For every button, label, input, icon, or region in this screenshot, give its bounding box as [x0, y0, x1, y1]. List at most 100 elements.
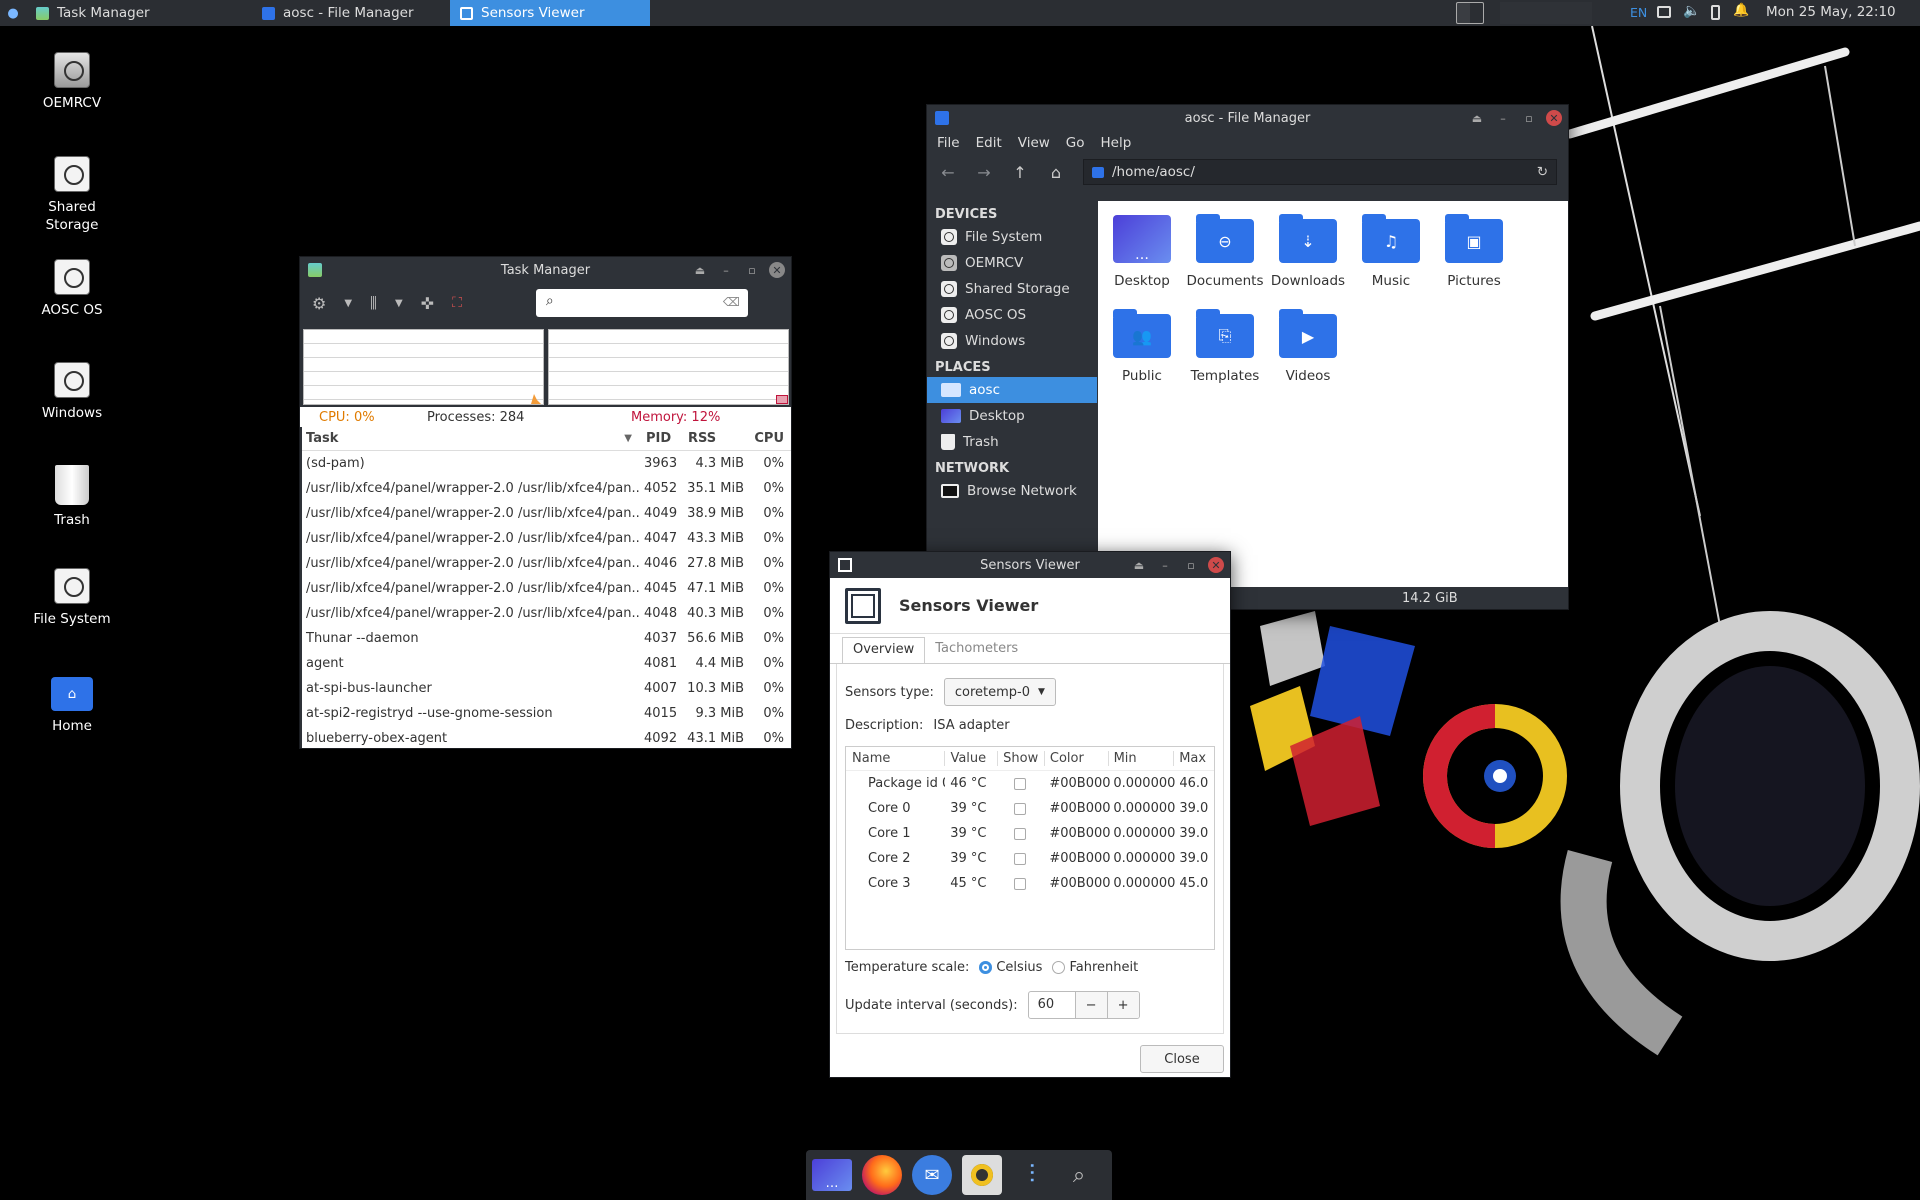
show-desktop-icon[interactable]: …: [812, 1159, 852, 1191]
column-name[interactable]: Name: [846, 751, 946, 766]
sensor-color[interactable]: #00B000: [1044, 776, 1110, 791]
close-icon[interactable]: ✕: [769, 262, 785, 278]
task-manager-titlebar[interactable]: Task Manager ⏏ – ▫ ✕: [300, 257, 791, 283]
sidebar-item-trash[interactable]: Trash: [927, 429, 1097, 455]
column-cpu[interactable]: CPU: [752, 431, 790, 446]
chevron-down-icon[interactable]: ▼: [395, 298, 403, 309]
process-row[interactable]: /usr/lib/xfce4/panel/wrapper-2.0 /usr/li…: [302, 576, 791, 601]
process-row[interactable]: at-spi2-registryd --use-gnome-session 401…: [302, 701, 791, 726]
desktop-icon-file-system[interactable]: File System: [20, 568, 124, 628]
process-row[interactable]: blueberry-obex-agent 4092 43.1 MiB 0%: [302, 726, 791, 748]
column-max[interactable]: Max: [1174, 751, 1214, 766]
workspace-switcher[interactable]: [1456, 2, 1484, 24]
process-row[interactable]: /usr/lib/xfce4/panel/wrapper-2.0 /usr/li…: [302, 501, 791, 526]
sensor-show-checkbox[interactable]: [998, 877, 1045, 890]
search-icon[interactable]: ⌕: [1062, 1155, 1096, 1195]
reload-icon[interactable]: ↻: [1537, 164, 1548, 180]
sidebar-item-aosc[interactable]: aosc: [927, 377, 1097, 403]
close-button[interactable]: Close: [1140, 1045, 1224, 1073]
column-min[interactable]: Min: [1109, 751, 1175, 766]
workspace-switcher-3[interactable]: [1540, 2, 1592, 24]
minimize-icon[interactable]: –: [1494, 109, 1512, 127]
process-row[interactable]: agent 4081 4.4 MiB 0%: [302, 651, 791, 676]
process-row[interactable]: /usr/lib/xfce4/panel/wrapper-2.0 /usr/li…: [302, 601, 791, 626]
clear-icon[interactable]: ⌫: [723, 295, 740, 309]
close-icon[interactable]: ✕: [1208, 557, 1224, 573]
volume-icon[interactable]: 🔈: [1683, 3, 1700, 19]
taskbar-item-task-manager[interactable]: Task Manager: [26, 0, 236, 26]
sensor-color[interactable]: #00B000: [1044, 826, 1110, 841]
firefox-icon[interactable]: [862, 1155, 902, 1195]
increment-button[interactable]: +: [1106, 992, 1139, 1018]
folder-videos[interactable]: ▶ Videos: [1266, 309, 1350, 384]
column-value[interactable]: Value: [945, 751, 999, 766]
battery-icon[interactable]: [1711, 5, 1720, 20]
sidebar-item-windows[interactable]: Windows: [927, 328, 1097, 354]
desktop-icon-trash[interactable]: Trash: [20, 465, 124, 529]
folder-music[interactable]: ♫ Music: [1349, 214, 1433, 289]
menu-file[interactable]: File: [937, 135, 960, 151]
language-indicator[interactable]: EN: [1630, 5, 1647, 20]
folder-pictures[interactable]: ▣ Pictures: [1432, 214, 1516, 289]
desktop-icon-aosc-os[interactable]: AOSC OS: [20, 259, 124, 319]
location-bar[interactable]: /home/aosc/ ↻: [1083, 159, 1557, 185]
fahrenheit-radio[interactable]: Fahrenheit: [1052, 960, 1138, 975]
process-row[interactable]: /usr/lib/xfce4/panel/wrapper-2.0 /usr/li…: [302, 476, 791, 501]
forward-arrow-icon[interactable]: →: [975, 163, 993, 182]
sensors-type-dropdown[interactable]: coretemp-0 ▼: [943, 678, 1056, 706]
sensor-show-checkbox[interactable]: [998, 852, 1045, 865]
tab-overview[interactable]: Overview: [842, 637, 926, 663]
column-task[interactable]: Task ▼: [302, 431, 640, 446]
home-icon[interactable]: ⌂: [1047, 163, 1065, 182]
folder-downloads[interactable]: ⇣ Downloads: [1266, 214, 1350, 289]
sensor-row[interactable]: Core 2 39 °C #00B000 0.000000 39.0: [846, 846, 1214, 871]
sidebar-item-browse-network[interactable]: Browse Network: [927, 478, 1097, 504]
sensors-viewer-titlebar[interactable]: Sensors Viewer ⏏ – ▫ ✕: [830, 552, 1230, 578]
menu-view[interactable]: View: [1018, 135, 1050, 151]
column-show[interactable]: Show: [998, 751, 1045, 766]
close-icon[interactable]: ✕: [1546, 110, 1562, 126]
search-input[interactable]: ⌕ ⌫: [535, 289, 748, 317]
settings-gear-icon[interactable]: ⚙: [312, 294, 326, 313]
music-player-icon[interactable]: [962, 1155, 1002, 1195]
applications-menu-icon[interactable]: ●: [0, 0, 26, 26]
sidebar-item-aosc-os[interactable]: AOSC OS: [927, 302, 1097, 328]
columns-icon[interactable]: ⫼: [370, 294, 377, 312]
update-interval-input[interactable]: 60: [1029, 992, 1075, 1018]
sensor-row[interactable]: Core 1 39 °C #00B000 0.000000 39.0: [846, 821, 1214, 846]
sensor-row[interactable]: Core 0 39 °C #00B000 0.000000 39.0: [846, 796, 1214, 821]
maximize-icon[interactable]: ▫: [1182, 556, 1200, 574]
process-row[interactable]: at-spi-bus-launcher 4007 10.3 MiB 0%: [302, 676, 791, 701]
back-arrow-icon[interactable]: ←: [939, 163, 957, 182]
maximize-icon[interactable]: ▫: [743, 261, 761, 279]
sidebar-item-file-system[interactable]: File System: [927, 224, 1097, 250]
sensor-color[interactable]: #00B000: [1044, 801, 1110, 816]
sensor-show-checkbox[interactable]: [998, 802, 1045, 815]
taskbar-item-sensors-viewer[interactable]: Sensors Viewer: [450, 0, 650, 26]
chevron-down-icon[interactable]: ▼: [344, 298, 352, 309]
mail-client-icon[interactable]: ✉: [912, 1155, 952, 1195]
minimize-icon[interactable]: –: [717, 261, 735, 279]
folder-documents[interactable]: ⊖ Documents: [1183, 214, 1267, 289]
maximize-icon[interactable]: ▫: [1520, 109, 1538, 127]
sensor-show-checkbox[interactable]: [998, 827, 1045, 840]
process-row[interactable]: (sd-pam) 3963 4.3 MiB 0%: [302, 451, 791, 476]
column-color[interactable]: Color: [1045, 751, 1109, 766]
decrement-button[interactable]: −: [1074, 992, 1107, 1018]
file-manager-titlebar[interactable]: aosc - File Manager ⏏ – ▫ ✕: [927, 105, 1568, 131]
desktop-icon-home[interactable]: ⌂ Home: [20, 671, 124, 735]
process-row[interactable]: Thunar --daemon 4037 56.6 MiB 0%: [302, 626, 791, 651]
menu-help[interactable]: Help: [1101, 135, 1132, 151]
taskbar-item-file-manager[interactable]: aosc - File Manager: [252, 0, 450, 26]
celsius-radio[interactable]: Celsius: [979, 960, 1042, 975]
sensor-show-checkbox[interactable]: [998, 777, 1045, 790]
minimize-icon[interactable]: –: [1156, 556, 1174, 574]
shade-icon[interactable]: ⏏: [1468, 109, 1486, 127]
sensor-row[interactable]: Core 3 45 °C #00B000 0.000000 45.0: [846, 871, 1214, 896]
sidebar-item-oemrcv[interactable]: OEMRCV: [927, 250, 1097, 276]
desktop-icon-windows[interactable]: Windows: [20, 362, 124, 422]
sensor-color[interactable]: #00B000: [1044, 876, 1110, 891]
column-rss[interactable]: RSS: [680, 431, 752, 446]
folder-templates[interactable]: ⎘ Templates: [1183, 309, 1267, 384]
sensor-row[interactable]: Package id 0 46 °C #00B000 0.000000 46.0: [846, 771, 1214, 796]
